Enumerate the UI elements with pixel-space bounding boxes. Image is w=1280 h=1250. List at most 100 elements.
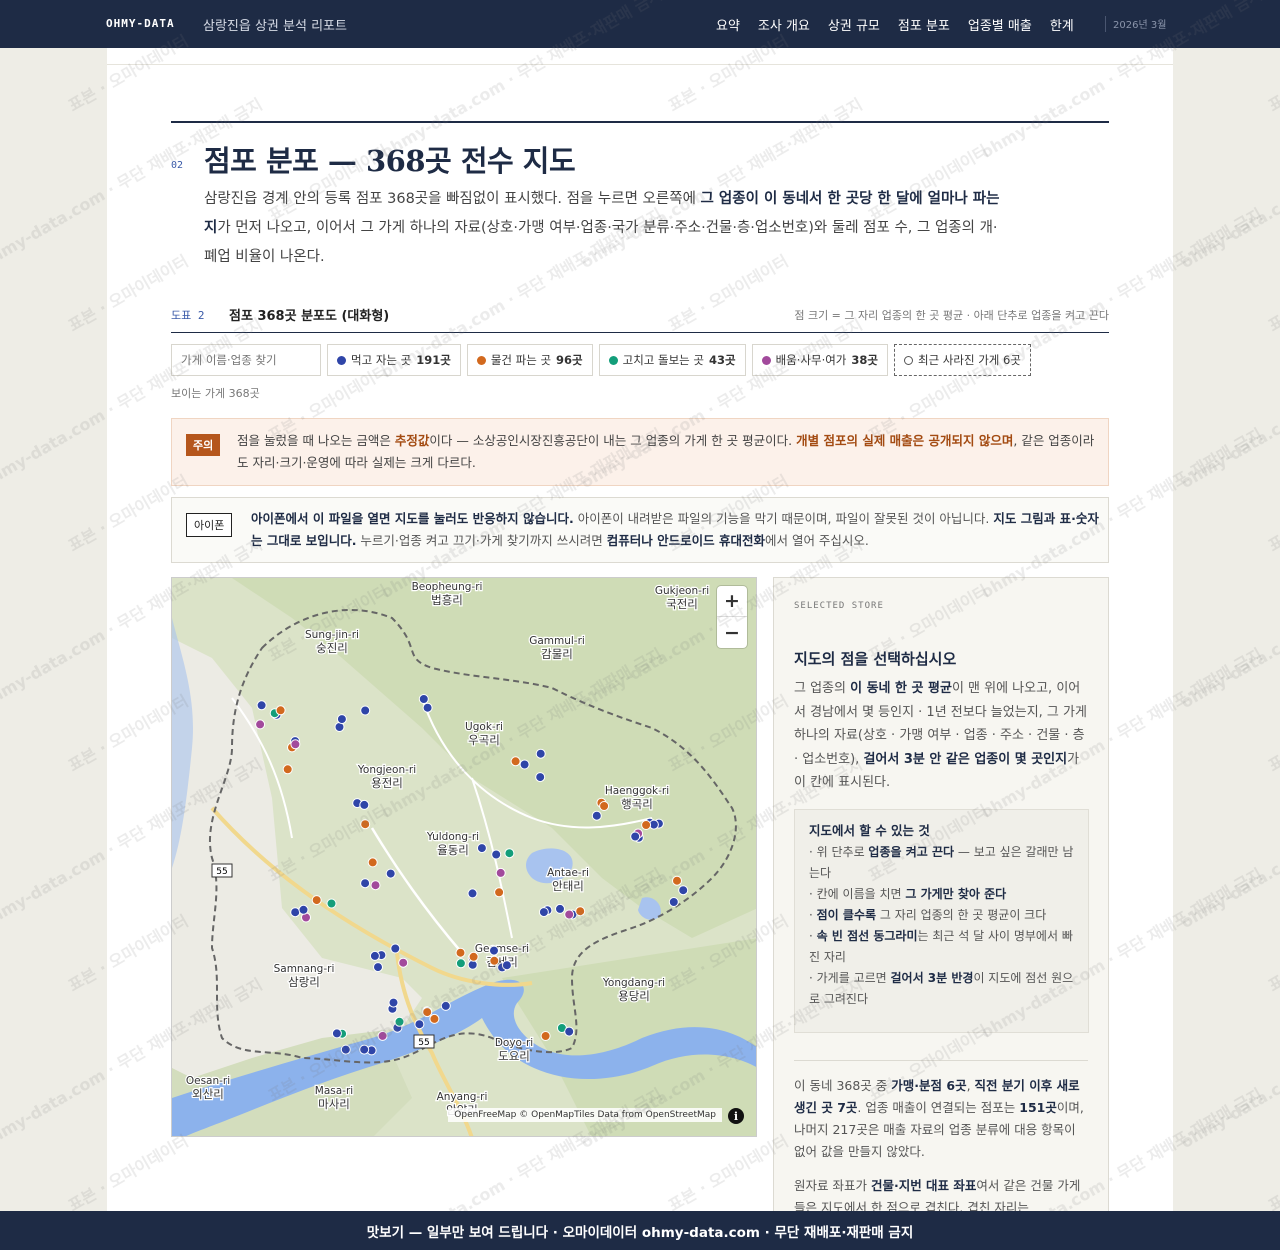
filter-chip-repair-care[interactable]: 고치고 돌보는 곳 43곳 bbox=[598, 344, 746, 376]
store-marker[interactable] bbox=[535, 772, 546, 783]
iphone-notice-text: 아이폰에서 이 파일을 열면 지도를 눌러도 반응하지 않습니다. 아이폰이 내… bbox=[251, 511, 1099, 548]
store-marker[interactable] bbox=[373, 962, 383, 973]
store-marker[interactable] bbox=[535, 748, 546, 759]
map-attribution[interactable]: OpenFreeMap © OpenMapTiles Data from Ope… bbox=[448, 1108, 722, 1122]
store-marker[interactable] bbox=[326, 898, 337, 909]
store-marker[interactable] bbox=[290, 907, 301, 918]
place-label-en: Yongjeon-ri bbox=[357, 764, 416, 776]
nav-link-market-size[interactable]: 상권 규모 bbox=[828, 15, 880, 34]
filter-chip-education-office-leisure[interactable]: 배움·사무·여가 38곳 bbox=[751, 344, 888, 376]
store-marker[interactable] bbox=[359, 799, 370, 810]
route-shield-55a: 55 bbox=[211, 863, 233, 878]
store-marker[interactable] bbox=[599, 801, 610, 811]
store-marker[interactable] bbox=[555, 903, 565, 914]
store-marker[interactable] bbox=[476, 843, 487, 854]
store-marker[interactable] bbox=[370, 880, 381, 891]
store-marker[interactable] bbox=[575, 906, 586, 917]
store-marker[interactable] bbox=[398, 957, 409, 968]
filter-chip-retail[interactable]: 물건 파는 곳 96곳 bbox=[466, 344, 593, 376]
nav-link-store-distribution[interactable]: 점포 분포 bbox=[898, 15, 950, 34]
store-marker[interactable] bbox=[455, 947, 466, 958]
store-marker[interactable] bbox=[282, 764, 293, 775]
iphone-badge: 아이폰 bbox=[186, 513, 233, 537]
store-search-input[interactable] bbox=[171, 344, 321, 376]
store-marker[interactable] bbox=[255, 719, 266, 730]
store-marker[interactable] bbox=[422, 702, 433, 713]
store-marker[interactable] bbox=[678, 885, 689, 896]
store-marker[interactable] bbox=[564, 1026, 575, 1037]
watermark-text: ohmy-data.com · 무단 재배포·재판매 금지 bbox=[1177, 315, 1280, 492]
store-marker[interactable] bbox=[429, 1013, 440, 1024]
place-label-en: Antae-ri bbox=[547, 867, 589, 879]
store-marker[interactable] bbox=[256, 700, 267, 711]
nav-links: 요약 조사 개요 상권 규모 점포 분포 업종별 매출 한계 bbox=[716, 15, 1074, 34]
filter-chip-food-lodging[interactable]: 먹고 자는 곳 191곳 bbox=[327, 344, 461, 376]
store-marker[interactable] bbox=[504, 848, 515, 859]
store-marker[interactable] bbox=[340, 1044, 351, 1055]
nav-link-survey[interactable]: 조사 개요 bbox=[758, 15, 810, 34]
store-marker[interactable] bbox=[388, 997, 399, 1008]
page-card: 02 점포 분포 — 368곳 전수 지도 삼랑진읍 경계 안의 등록 점포 3… bbox=[107, 48, 1173, 1250]
store-marker[interactable] bbox=[394, 1016, 405, 1027]
store-marker[interactable] bbox=[369, 950, 380, 961]
store-marker[interactable] bbox=[540, 1031, 551, 1041]
store-marker[interactable] bbox=[672, 875, 682, 886]
store-marker[interactable] bbox=[455, 958, 466, 969]
store-marker[interactable] bbox=[538, 907, 549, 918]
caution-notice: 주의 점을 눌렀을 때 나오는 금액은 추정값이다 — 소상공인시장진흥공단이 … bbox=[171, 418, 1109, 486]
store-marker[interactable] bbox=[519, 759, 530, 770]
store-marker[interactable] bbox=[311, 895, 322, 906]
store-marker[interactable] bbox=[367, 857, 378, 868]
brand-logo[interactable]: OHMY-DATA bbox=[106, 17, 175, 30]
zoom-out-button[interactable]: − bbox=[717, 617, 747, 648]
store-marker[interactable] bbox=[501, 960, 512, 971]
store-marker[interactable] bbox=[641, 820, 652, 830]
panel-title: 지도의 점을 선택하십시오 bbox=[794, 650, 957, 668]
nav-link-sales-by-type[interactable]: 업종별 매출 bbox=[968, 15, 1032, 34]
store-marker[interactable] bbox=[336, 714, 347, 725]
nav-link-limits[interactable]: 한계 bbox=[1050, 15, 1074, 34]
store-marker[interactable] bbox=[510, 756, 521, 767]
nav-link-summary[interactable]: 요약 bbox=[716, 15, 740, 34]
top-nav: OHMY-DATA 삼랑진읍 상권 분석 리포트 요약 조사 개요 상권 규모 … bbox=[0, 0, 1280, 48]
watermark-text: ohmy-data.com · 무단 재배포·재판매 금지 bbox=[1177, 755, 1280, 932]
filter-chip-closed-stores[interactable]: 최근 사라진 가게 6곳 bbox=[893, 344, 1031, 376]
store-marker[interactable] bbox=[489, 945, 499, 956]
store-marker[interactable] bbox=[359, 1044, 370, 1055]
store-marker[interactable] bbox=[422, 1007, 433, 1018]
watermark-text: 표본 · 오마이데이터 bbox=[1265, 911, 1280, 996]
store-marker[interactable] bbox=[489, 955, 500, 966]
store-marker[interactable] bbox=[468, 951, 479, 962]
store-marker[interactable] bbox=[385, 868, 396, 879]
map-canvas[interactable]: Beopheung-ri법흥리 Gukjeon-ri국전리 Sung-jin-ri숭… bbox=[172, 578, 757, 1137]
category-filters: 먹고 자는 곳191곳 물건 파는 곳96곳 고치고 돌보는 곳43곳 배움·사… bbox=[171, 344, 1031, 376]
store-marker[interactable] bbox=[591, 810, 602, 821]
watermark-text: 표본 · 오마이데이터 bbox=[1265, 251, 1280, 336]
store-marker[interactable] bbox=[564, 909, 575, 920]
store-marker[interactable] bbox=[360, 705, 371, 716]
store-marker[interactable] bbox=[494, 887, 505, 898]
store-marker[interactable] bbox=[467, 888, 478, 899]
zoom-in-button[interactable]: + bbox=[717, 586, 747, 617]
howto-item: · 가게를 고르면 걸어서 3분 반경이 지도에 점선 원으로 그려진다 bbox=[809, 971, 1074, 1006]
store-marker[interactable] bbox=[290, 739, 301, 750]
info-icon[interactable]: i bbox=[728, 1108, 744, 1124]
store-marker[interactable] bbox=[377, 1030, 388, 1041]
store-marker[interactable] bbox=[390, 943, 401, 954]
store-marker[interactable] bbox=[360, 878, 371, 889]
store-marker[interactable] bbox=[491, 849, 502, 860]
store-marker[interactable] bbox=[668, 897, 679, 907]
store-marker[interactable] bbox=[440, 1000, 451, 1011]
howto-item: · 점이 클수록 그 자리 업종의 한 곳 평균이 크다 bbox=[809, 908, 1047, 922]
store-marker[interactable] bbox=[418, 694, 429, 704]
store-marker[interactable] bbox=[630, 831, 641, 842]
store-marker[interactable] bbox=[331, 1028, 342, 1039]
store-marker[interactable] bbox=[298, 904, 309, 915]
store-marker[interactable] bbox=[495, 867, 506, 878]
place-label-en: Haenggok-ri bbox=[605, 785, 669, 797]
figure-number: 도표 2 bbox=[171, 309, 205, 322]
store-marker[interactable] bbox=[275, 705, 286, 716]
store-map[interactable]: Beopheung-ri 법흥리 Gukjeon-ri 국전리 Sung-jin-ri 숭… bbox=[171, 577, 757, 1137]
store-marker[interactable] bbox=[360, 819, 371, 830]
store-marker[interactable] bbox=[414, 1019, 425, 1030]
